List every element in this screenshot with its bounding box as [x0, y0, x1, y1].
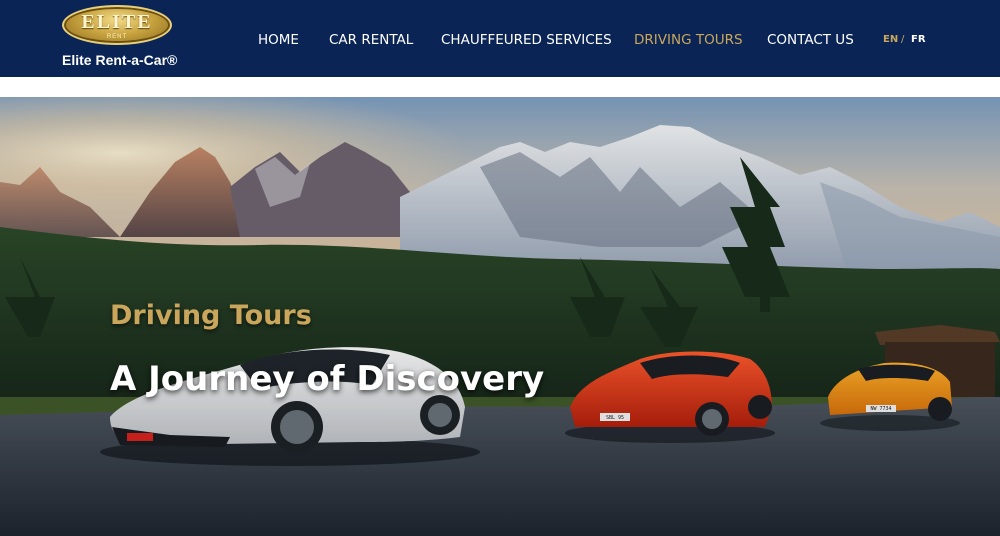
language-en-link[interactable]: EN — [883, 34, 898, 45]
nav-item-car-rental[interactable]: CAR RENTAL — [329, 32, 413, 48]
nav-item-driving-tours[interactable]: DRIVING TOURS — [634, 32, 743, 48]
nav-item-chauffeured-services[interactable]: CHAUFFEURED SERVICES — [441, 32, 612, 48]
hero-banner: SBL 95 NW 7734 Driving Tours A Journey o… — [0, 97, 1000, 536]
brand-name: Elite Rent-a-Car® — [62, 52, 178, 68]
hero-title: A Journey of Discovery — [110, 359, 545, 399]
nav-item-contact-us[interactable]: CONTACT US — [767, 32, 854, 48]
nav-item-home[interactable]: HOME — [258, 32, 299, 48]
site-header: ELITE RENT Elite Rent-a-Car® HOME CAR RE… — [0, 0, 1000, 77]
logo-wordmark: ELITE — [81, 11, 153, 33]
hero-eyebrow: Driving Tours — [110, 300, 312, 331]
language-fr-link[interactable]: FR — [911, 34, 926, 45]
main-nav: HOME CAR RENTAL CHAUFFEURED SERVICES DRI… — [0, 32, 1000, 50]
language-separator: / — [901, 34, 905, 45]
